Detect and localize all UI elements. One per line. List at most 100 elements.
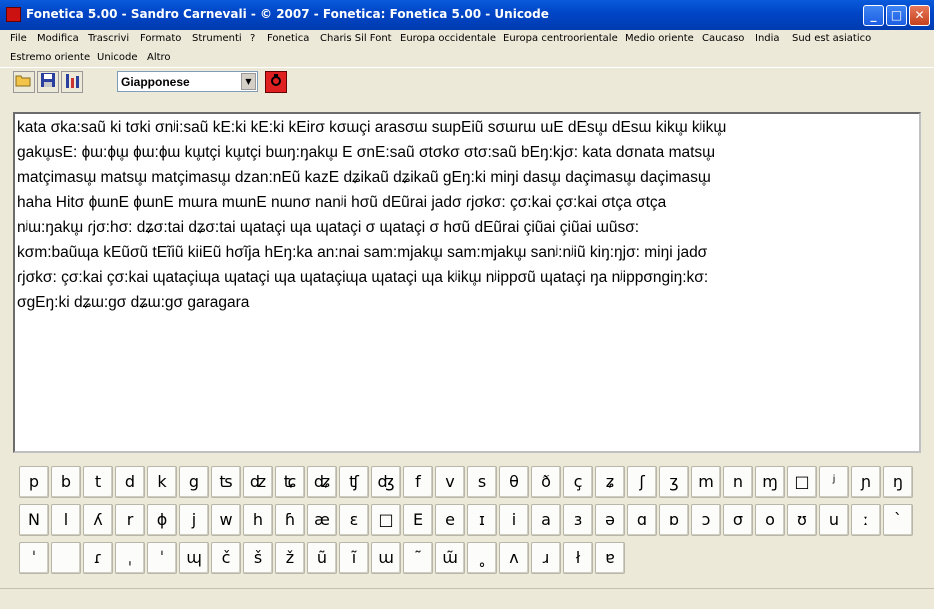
phonetic-key[interactable]: ʨ (275, 466, 305, 498)
minimize-button[interactable]: _ (863, 5, 884, 26)
phonetic-key[interactable]: ɾ (83, 542, 113, 574)
phonetic-key[interactable]: ʤ (371, 466, 401, 498)
phonetic-key[interactable]: g (179, 466, 209, 498)
phonetic-key[interactable]: h (243, 504, 273, 536)
phonetic-key[interactable]: m (691, 466, 721, 498)
phonetic-key[interactable]: ɲ (851, 466, 881, 498)
phonetic-key[interactable]: ɒ (659, 504, 689, 536)
menu-modifica[interactable]: Modifica (37, 33, 79, 44)
menu-formato[interactable]: Formato (140, 33, 181, 44)
phonetic-key[interactable]: ʧ (339, 466, 369, 498)
maximize-button[interactable]: □ (886, 5, 907, 26)
menu-file[interactable]: File (10, 33, 27, 44)
phonetic-key[interactable]: ˜ (403, 542, 433, 574)
phonetic-key[interactable]: ɪ (467, 504, 497, 536)
menu-trascrivi[interactable]: Trascrivi (88, 33, 129, 44)
phonetic-key[interactable]: ĩ (339, 542, 369, 574)
phonetic-key[interactable]: θ (499, 466, 529, 498)
phonetic-key[interactable]: ç (563, 466, 593, 498)
phonetic-key[interactable]: j (179, 504, 209, 536)
phonetic-key[interactable]: č (211, 542, 241, 574)
phonetic-key[interactable]: ʎ (83, 504, 113, 536)
menu-india[interactable]: India (755, 33, 780, 44)
phonetic-key[interactable]: ˌ (115, 542, 145, 574)
phonetic-key[interactable]: ɜ (563, 504, 593, 536)
phonetic-key[interactable]: ž (275, 542, 305, 574)
phonetic-key[interactable]: i (499, 504, 529, 536)
phonetic-key[interactable]: ŋ (883, 466, 913, 498)
phonetic-key[interactable]: ɯ̃ (435, 542, 465, 574)
phonetic-key[interactable]: ʦ (211, 466, 241, 498)
phonetic-key[interactable]: ɰ (179, 542, 209, 574)
phonetic-key[interactable]: σ (723, 504, 753, 536)
phonetic-key[interactable]: š (243, 542, 273, 574)
phonetic-key[interactable]: r (115, 504, 145, 536)
phonetic-key[interactable]: ˈ (19, 542, 49, 574)
phonetic-key[interactable]: ɸ (147, 504, 177, 536)
phonetic-key[interactable]: ˈ (147, 542, 177, 574)
phonetic-key[interactable]: ː (851, 504, 881, 536)
phonetic-key[interactable]: n (723, 466, 753, 498)
phonetic-key[interactable]: ɦ (275, 504, 305, 536)
phonetic-key[interactable]: u (819, 504, 849, 536)
phonetic-key[interactable]: ð (531, 466, 561, 498)
phonetic-key[interactable]: ʑ (595, 466, 625, 498)
phonetic-key[interactable]: E (403, 504, 433, 536)
phonetic-key[interactable]: p (19, 466, 49, 498)
phonetic-key[interactable]: k (147, 466, 177, 498)
special-button[interactable] (265, 71, 287, 93)
phonetic-key[interactable]: ũ (307, 542, 337, 574)
app-icon[interactable] (6, 7, 21, 22)
phonetic-key[interactable]: w (211, 504, 241, 536)
phonetic-key[interactable]: ʲ (819, 466, 849, 498)
phonetic-key[interactable]: s (467, 466, 497, 498)
phonetic-key[interactable]: b (51, 466, 81, 498)
menu-unicode[interactable]: Unicode (97, 52, 138, 63)
phonetic-key[interactable]: o (755, 504, 785, 536)
phonetic-key[interactable]: ł (563, 542, 593, 574)
menu-help[interactable]: ? (250, 33, 255, 44)
phonetic-key[interactable]: ʒ (659, 466, 689, 498)
phonetic-key[interactable]: ɛ (339, 504, 369, 536)
phonetic-key[interactable]: ʌ (499, 542, 529, 574)
menu-charis-sil-font[interactable]: Charis Sil Font (320, 33, 392, 44)
phonetic-key[interactable]: f (403, 466, 433, 498)
menu-estremo-oriente[interactable]: Estremo oriente (10, 52, 90, 63)
phonetic-key[interactable]: □ (371, 504, 401, 536)
phonetic-key[interactable]: ʥ (307, 466, 337, 498)
menu-fonetica[interactable]: Fonetica (267, 33, 309, 44)
phonetic-key[interactable]: ɔ (691, 504, 721, 536)
menu-strumenti[interactable]: Strumenti (192, 33, 242, 44)
phonetic-key[interactable]: ʊ (787, 504, 817, 536)
close-button[interactable]: ✕ (909, 5, 930, 26)
phonetic-key[interactable]: ˋ (883, 504, 913, 536)
phonetic-key[interactable]: e (435, 504, 465, 536)
phonetic-key[interactable]: ɑ (627, 504, 657, 536)
phonetic-key[interactable]: ɯ (371, 542, 401, 574)
save-button[interactable] (37, 71, 59, 93)
phonetic-key[interactable]: □ (787, 466, 817, 498)
phonetic-key[interactable]: ɐ (595, 542, 625, 574)
phonetic-key[interactable]: æ (307, 504, 337, 536)
phonetic-key[interactable]: ʣ (243, 466, 273, 498)
menu-sud-est-asiatico[interactable]: Sud est asiatico (792, 33, 871, 44)
menu-caucaso[interactable]: Caucaso (702, 33, 744, 44)
phonetic-key[interactable]: N (19, 504, 49, 536)
menu-medio-oriente[interactable]: Medio oriente (625, 33, 694, 44)
phonetic-text-area[interactable]: kata σka:saũ ki tσki σnʲi:saũ kE:ki kE:k… (13, 112, 921, 453)
phonetic-key[interactable]: t (83, 466, 113, 498)
phonetic-key[interactable]: ə (595, 504, 625, 536)
phonetic-key[interactable]: v (435, 466, 465, 498)
phonetic-key[interactable]: a (531, 504, 561, 536)
menu-europa-occidentale[interactable]: Europa occidentale (400, 33, 496, 44)
menu-altro[interactable]: Altro (147, 52, 171, 63)
language-select[interactable]: Giapponese ▼ (117, 71, 258, 92)
phonetic-key[interactable]: ˳ (467, 542, 497, 574)
phonetic-key[interactable]: ʃ (627, 466, 657, 498)
phonetic-key[interactable]: l (51, 504, 81, 536)
phonetic-key[interactable]: ɹ (531, 542, 561, 574)
chevron-down-icon[interactable]: ▼ (241, 73, 256, 90)
phonetic-key[interactable]: d (115, 466, 145, 498)
open-folder-button[interactable] (13, 71, 35, 93)
menu-europa-centroorientale[interactable]: Europa centroorientale (503, 33, 618, 44)
